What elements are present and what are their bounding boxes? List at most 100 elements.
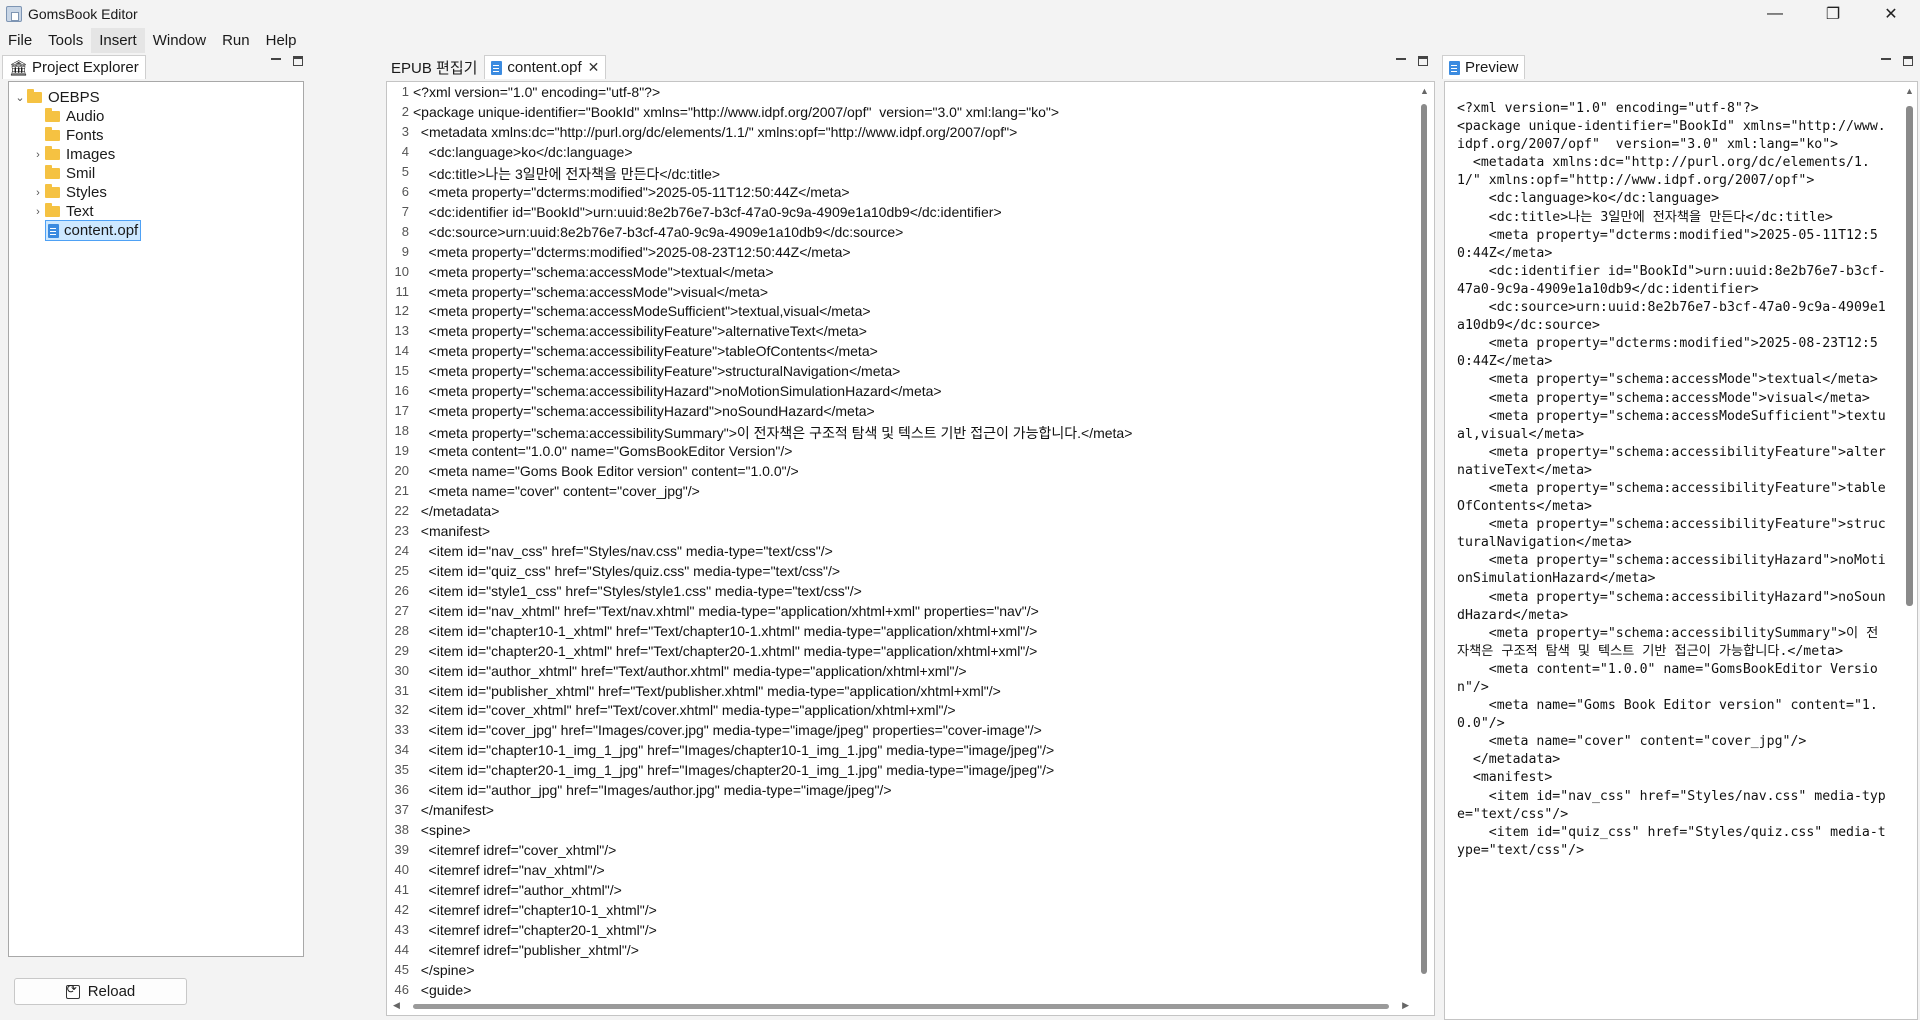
code-line[interactable]: 13 <meta property="schema:accessibilityF…	[387, 323, 867, 343]
maximize-editor-button[interactable]	[1417, 55, 1429, 67]
chevron-down-icon[interactable]: ⌄	[13, 91, 27, 104]
code-line[interactable]: 35 <item id="chapter20-1_img_1_jpg" href…	[387, 762, 1055, 782]
line-number: 15	[394, 363, 409, 379]
line-text: <item id="chapter20-1_xhtml" href="Text/…	[413, 642, 1038, 659]
reload-button[interactable]: Reload	[14, 978, 187, 1005]
menu-window[interactable]: Window	[145, 28, 214, 53]
tree-item-label: Audio	[66, 108, 105, 125]
code-line[interactable]: 39 <itemref idref="cover_xhtml"/>	[387, 842, 617, 862]
code-line[interactable]: 7 <dc:identifier id="BookId">urn:uuid:8e…	[387, 204, 1002, 224]
code-line[interactable]: 12 <meta property="schema:accessModeSuff…	[387, 303, 871, 323]
code-line[interactable]: 2 <package unique-identifier="BookId" xml…	[387, 104, 1059, 124]
code-line[interactable]: 3 <metadata xmlns:dc="http://purl.org/dc…	[387, 123, 1018, 144]
editor-horizontal-scrollbar[interactable]: ◀ ▶	[391, 999, 1411, 1013]
code-line[interactable]: 19 <meta content="1.0.0" name="GomsBookE…	[387, 443, 793, 463]
code-line[interactable]: 9 <meta property="dcterms:modified">2025…	[387, 244, 851, 264]
tab-preview[interactable]: Preview	[1442, 55, 1526, 79]
chevron-right-icon[interactable]: ›	[31, 206, 45, 218]
scroll-left-icon[interactable]: ◀	[393, 1000, 400, 1011]
tab-project-explorer[interactable]: 🏛 Project Explorer	[2, 55, 146, 79]
preview-scroll-up-icon[interactable]: ▲	[1905, 86, 1914, 96]
code-line[interactable]: 5 <dc:title>나는 3일만에 전자책을 만든다</dc:title>	[387, 164, 720, 184]
code-editor[interactable]: 1 <?xml version="1.0" encoding="utf-8"?> 2…	[386, 81, 1435, 1016]
line-text: <item id="author_xhtml" href="Text/autho…	[413, 662, 967, 679]
code-line[interactable]: 21 <meta name="cover" content="cover_jpg…	[387, 483, 700, 503]
preview-view[interactable]: <?xml version="1.0" encoding="utf-8"?> <…	[1444, 81, 1918, 1020]
preview-tabbar: Preview	[1442, 53, 1920, 79]
selected-tree-item[interactable]: content.opf	[45, 220, 142, 241]
menu-tools[interactable]: Tools	[40, 28, 91, 53]
preview-vertical-scrollbar[interactable]: ▲	[1903, 86, 1915, 1016]
code-line[interactable]: 22 </metadata>	[387, 503, 500, 523]
code-line[interactable]: 28 <item id="chapter10-1_xhtml" href="Te…	[387, 623, 1038, 643]
code-line[interactable]: 11 <meta property="schema:accessMode">vi…	[387, 284, 769, 304]
minimize-editor-button[interactable]	[1395, 55, 1407, 67]
code-line[interactable]: 43 <itemref idref="chapter20-1_xhtml"/>	[387, 922, 657, 942]
minimize-panel-button[interactable]	[270, 55, 282, 67]
preview-vscroll-thumb[interactable]	[1906, 106, 1913, 606]
menu-file[interactable]: File	[0, 28, 40, 53]
code-line[interactable]: 26 <item id="style1_css" href="Styles/st…	[387, 583, 862, 603]
code-line[interactable]: 24 <item id="nav_css" href="Styles/nav.c…	[387, 543, 833, 563]
line-number: 17	[394, 403, 409, 419]
line-text: <meta property="schema:accessibilityFeat…	[413, 323, 867, 340]
code-line[interactable]: 20 <meta name="Goms Book Editor version"…	[387, 463, 799, 483]
code-line[interactable]: 6 <meta property="dcterms:modified">2025…	[387, 184, 850, 204]
code-line[interactable]: 37 </manifest>	[387, 802, 494, 822]
line-number: 23	[394, 522, 409, 538]
line-text: <dc:language>ko</dc:language>	[413, 143, 633, 160]
preview-panel: Preview <?xml version="1.0" encoding="ut…	[1442, 53, 1920, 1020]
maximize-window-button[interactable]: ❐	[1804, 0, 1862, 28]
minimize-window-button[interactable]: —	[1746, 0, 1804, 28]
code-line[interactable]: 16 <meta property="schema:accessibilityH…	[387, 383, 942, 403]
code-line[interactable]: 33 <item id="cover_jpg" href="Images/cov…	[387, 722, 1042, 742]
code-line[interactable]: 42 <itemref idref="chapter10-1_xhtml"/>	[387, 902, 657, 922]
code-line[interactable]: 34 <item id="chapter10-1_img_1_jpg" href…	[387, 742, 1055, 762]
code-line[interactable]: 17 <meta property="schema:accessibilityH…	[387, 403, 875, 423]
code-line[interactable]: 15 <meta property="schema:accessibilityF…	[387, 363, 901, 383]
editor-hscroll-thumb[interactable]	[413, 1004, 1389, 1009]
line-number: 24	[394, 542, 409, 558]
tab-epub-editor[interactable]: EPUB 편집기	[384, 55, 484, 79]
line-number: 3	[401, 123, 409, 139]
maximize-panel-button[interactable]	[292, 55, 304, 67]
line-text: <meta property="dcterms:modified">2025-0…	[413, 243, 851, 260]
project-tree[interactable]: ⌄ OEBPS Audio Fonts › Images Smil › Styles › Text c…	[8, 81, 304, 957]
code-line[interactable]: 38 <spine>	[387, 822, 471, 842]
chevron-right-icon[interactable]: ›	[31, 149, 45, 161]
scroll-right-icon[interactable]: ▶	[1402, 1000, 1409, 1011]
code-line[interactable]: 29 <item id="chapter20-1_xhtml" href="Te…	[387, 642, 1038, 663]
menu-help[interactable]: Help	[258, 28, 305, 53]
code-line[interactable]: 25 <item id="quiz_css" href="Styles/quiz…	[387, 563, 841, 583]
tab-content-opf[interactable]: content.opf ✕	[484, 55, 607, 79]
editor-vscroll-thumb[interactable]	[1421, 104, 1427, 974]
code-line[interactable]: 23 <manifest>	[387, 522, 491, 543]
tree-file-item[interactable]: content.opf	[31, 219, 142, 242]
code-line[interactable]: 18 <meta property="schema:accessibilityS…	[387, 423, 1133, 443]
code-line[interactable]: 31 <item id="publisher_xhtml" href="Text…	[387, 683, 1001, 703]
code-line[interactable]: 44 <itemref idref="publisher_xhtml"/>	[387, 942, 639, 962]
scroll-up-icon[interactable]: ▲	[1420, 86, 1429, 96]
code-line[interactable]: 10 <meta property="schema:accessMode">te…	[387, 264, 774, 284]
close-window-button[interactable]: ✕	[1862, 0, 1920, 28]
code-line[interactable]: 36 <item id="author_jpg" href="Images/au…	[387, 782, 892, 802]
chevron-right-icon[interactable]: ›	[31, 187, 45, 199]
minimize-preview-button[interactable]	[1880, 55, 1892, 67]
code-line[interactable]: 30 <item id="author_xhtml" href="Text/au…	[387, 663, 967, 683]
code-line[interactable]: 8 <dc:source>urn:uuid:8e2b76e7-b3cf-47a0…	[387, 224, 904, 244]
code-line[interactable]: 40 <itemref idref="nav_xhtml"/>	[387, 862, 605, 882]
code-line[interactable]: 1 <?xml version="1.0" encoding="utf-8"?>	[387, 84, 660, 104]
code-line[interactable]: 14 <meta property="schema:accessibilityF…	[387, 343, 878, 363]
code-line[interactable]: 32 <item id="cover_xhtml" href="Text/cov…	[387, 702, 956, 722]
editor-vertical-scrollbar[interactable]: ▲	[1418, 86, 1430, 996]
code-line[interactable]: 45 </spine>	[387, 962, 475, 982]
tree-item-label: Text	[66, 203, 94, 220]
close-tab-icon[interactable]: ✕	[588, 59, 600, 76]
window-controls: — ❐ ✕	[1746, 0, 1920, 28]
menu-run[interactable]: Run	[214, 28, 258, 53]
maximize-preview-button[interactable]	[1902, 55, 1914, 67]
code-line[interactable]: 4 <dc:language>ko</dc:language>	[387, 144, 633, 164]
code-line[interactable]: 27 <item id="nav_xhtml" href="Text/nav.x…	[387, 603, 1039, 623]
menu-insert[interactable]: Insert	[91, 28, 145, 53]
code-line[interactable]: 41 <itemref idref="author_xhtml"/>	[387, 882, 622, 902]
